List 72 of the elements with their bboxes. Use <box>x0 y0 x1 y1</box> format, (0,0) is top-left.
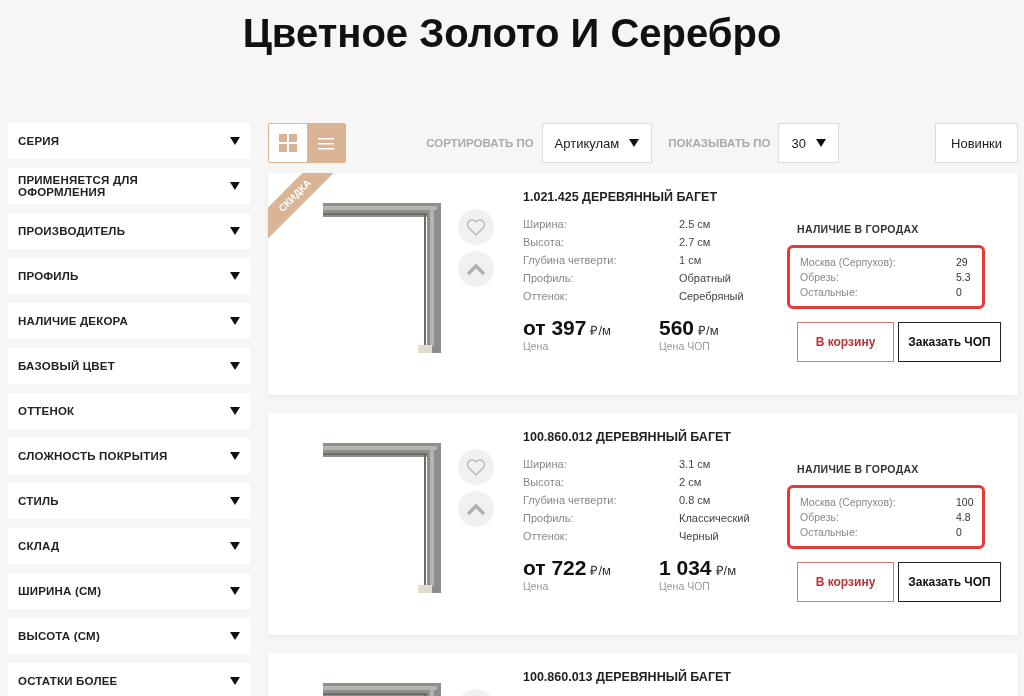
spec-value: Обратный <box>679 272 732 284</box>
add-to-cart-button[interactable]: В корзину <box>797 562 894 602</box>
stock-label: Остальные: <box>800 526 859 538</box>
spec-value: 1 см <box>679 254 703 266</box>
spec-value: 0.8 см <box>679 494 712 506</box>
stock-heading: НАЛИЧИЕ В ГОРОДАХ <box>797 463 920 475</box>
spec-label: Высота: <box>523 476 565 488</box>
filter-dropdown[interactable]: СЕРИЯ <box>8 123 250 159</box>
filter-dropdown[interactable]: СКЛАД <box>8 528 250 564</box>
product-title[interactable]: 1.021.425 ДЕРЕВЯННЫЙ БАГЕТ <box>523 190 797 204</box>
order-button[interactable]: Заказать ЧОП <box>898 562 1001 602</box>
price-unit: ₽/м <box>698 322 719 339</box>
price-amount: от 722 <box>523 556 587 580</box>
spec-label: Глубина четверти: <box>523 254 618 266</box>
filter-dropdown[interactable]: НАЛИЧИЕ ДЕКОРА <box>8 303 250 339</box>
stock-label: Москва (Серпухов): <box>800 256 897 268</box>
spec-label: Ширина: <box>523 218 568 230</box>
price-unit: ₽/м <box>590 322 612 339</box>
stock-value: 100 <box>956 496 974 508</box>
spec-label: Глубина четверти: <box>523 494 618 506</box>
spec-value: Черный <box>679 530 720 542</box>
filter-dropdown[interactable]: БАЗОВЫЙ ЦВЕТ <box>8 348 250 384</box>
sort-label: СОРТИРОВАТЬ ПО <box>426 137 534 149</box>
stock-value: 0 <box>956 286 963 298</box>
order-button[interactable]: Заказать ЧОП <box>898 322 1001 362</box>
spec-value: Классический <box>679 512 751 524</box>
price-amount: 1 034 <box>659 556 712 580</box>
price-label: Цена <box>523 340 550 352</box>
product-title[interactable]: 100.860.013 ДЕРЕВЯННЫЙ БАГЕТ <box>523 670 797 684</box>
per-page-dropdown[interactable]: 30 <box>778 123 839 163</box>
per-page-label: ПОКАЗЫВАТЬ ПО <box>668 137 771 149</box>
spec-label: Высота: <box>523 236 565 248</box>
price-label: Цена ЧОП <box>659 580 711 592</box>
stock-value: 4.8 <box>956 511 972 523</box>
sort-dropdown[interactable]: Артикулам <box>541 123 653 163</box>
spec-value: 2.5 см <box>679 218 712 230</box>
price-unit: ₽/м <box>715 562 737 579</box>
page-title: Цветное Золото И Серебро <box>242 10 782 57</box>
spec-value: 2.7 см <box>679 236 712 248</box>
stock-label: Обрезь: <box>800 511 840 523</box>
filter-dropdown[interactable]: ШИРИНА (СМ) <box>8 573 250 609</box>
spec-label: Ширина: <box>523 458 568 470</box>
stock-heading: НАЛИЧИЕ В ГОРОДАХ <box>797 223 920 235</box>
spec-label: Оттенок: <box>523 290 569 302</box>
price-unit: ₽/м <box>590 562 612 579</box>
stock-value: 5.3 <box>956 271 972 283</box>
spec-label: Профиль: <box>523 512 575 524</box>
spec-value: 2 см <box>679 476 703 488</box>
price-amount: от 397 <box>523 316 587 340</box>
price-label: Цена ЧОП <box>659 340 711 352</box>
filter-dropdown[interactable]: СЛОЖНОСТЬ ПОКРЫТИЯ <box>8 438 250 474</box>
price-label: Цена <box>523 580 550 592</box>
filter-dropdown[interactable]: ВЫСОТА (СМ) <box>8 618 250 654</box>
filter-dropdown[interactable]: ОСТАТКИ БОЛЕЕ <box>8 663 250 696</box>
filter-dropdown[interactable]: ПРОФИЛЬ <box>8 258 250 294</box>
spec-label: Профиль: <box>523 272 575 284</box>
stock-value: 29 <box>956 256 969 268</box>
stock-label: Москва (Серпухов): <box>800 496 897 508</box>
stock-label: Остальные: <box>800 286 859 298</box>
price-amount: 560 <box>659 316 695 340</box>
stock-value: 0 <box>956 526 963 538</box>
filter-dropdown[interactable]: ОТТЕНОК <box>8 393 250 429</box>
spec-value: 3.1 см <box>679 458 712 470</box>
spec-value: Серебряный <box>679 290 745 302</box>
product-title[interactable]: 100.860.012 ДЕРЕВЯННЫЙ БАГЕТ <box>523 430 797 444</box>
add-to-cart-button[interactable]: В корзину <box>797 322 894 362</box>
filter-dropdown[interactable]: ПРОИЗВОДИТЕЛЬ <box>8 213 250 249</box>
filter-dropdown[interactable]: ПРИМЕНЯЕТСЯ ДЛЯ ОФОРМЛЕНИЯ <box>8 168 250 204</box>
spec-label: Оттенок: <box>523 530 569 542</box>
stock-label: Обрезь: <box>800 271 840 283</box>
new-button[interactable]: Новинки <box>935 123 1018 163</box>
filter-dropdown[interactable]: СТИЛЬ <box>8 483 250 519</box>
